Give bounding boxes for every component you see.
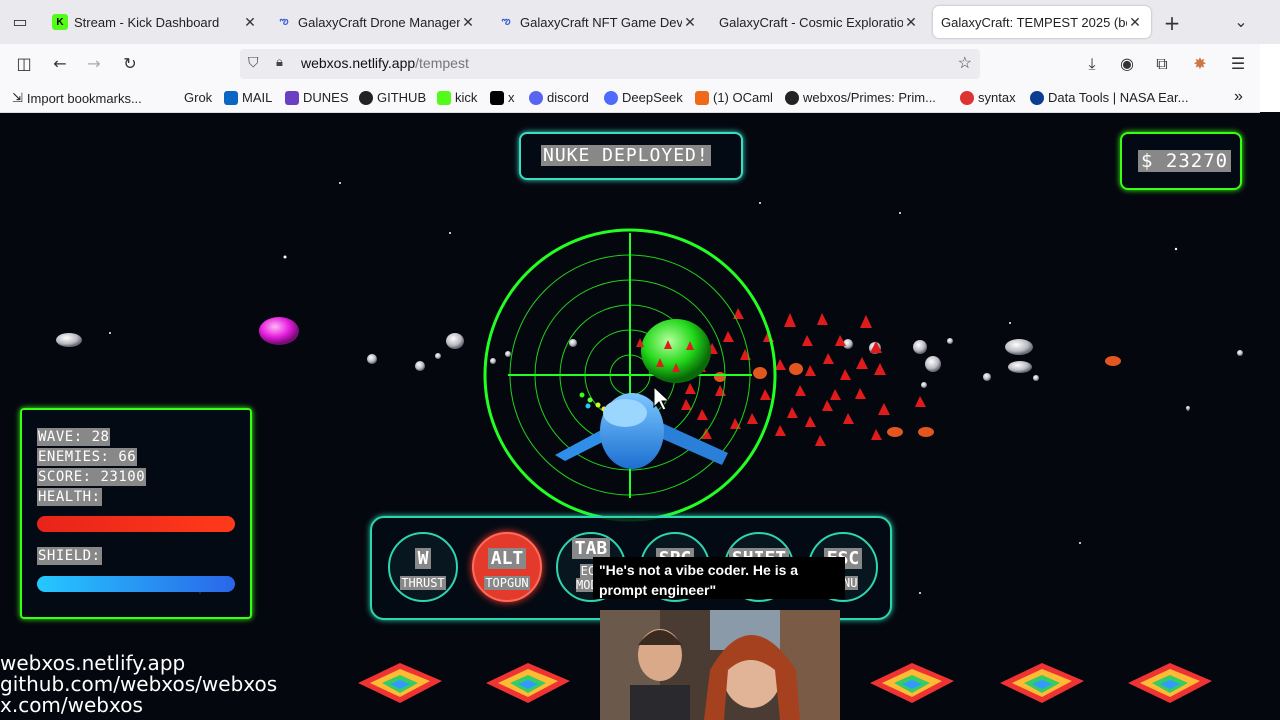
sidebar-toggle-icon[interactable]: ◫	[14, 54, 34, 73]
bookmark-dunes[interactable]: DUNES	[285, 90, 349, 105]
close-tab-icon[interactable]: ✕	[242, 14, 258, 31]
bookmark-webxos-primes[interactable]: webxos/Primes: Prim...	[785, 90, 936, 105]
bookmark-discord[interactable]: discord	[529, 90, 589, 105]
link-x: x.com/webxos	[0, 693, 143, 717]
nasa-icon	[1030, 90, 1044, 105]
tab-title: GalaxyCraft NFT Game Deve	[520, 14, 682, 30]
lock-icon[interactable]: 🔒︎	[276, 54, 283, 70]
bookmark-nasa-data-tools[interactable]: Data Tools | NASA Ear...	[1030, 90, 1188, 105]
browser-tab-bar: ▭ K Stream - Kick Dashboard ✕ ఌ GalaxyCr…	[0, 0, 1280, 44]
close-tab-icon[interactable]: ✕	[682, 14, 698, 31]
radar-reticle	[483, 228, 777, 522]
tab-title: GalaxyCraft Drone Managem	[298, 14, 460, 30]
health-label: HEALTH:	[37, 488, 102, 506]
meme-photo	[600, 610, 840, 720]
discord-icon	[529, 90, 543, 105]
wave-label: WAVE: 28	[37, 428, 111, 446]
tab-title: Stream - Kick Dashboard	[74, 14, 220, 30]
health-bar-fill	[37, 516, 235, 532]
stream-links: webxos.netlify.app github.com/webxos/web…	[0, 653, 277, 716]
bookmark-x[interactable]: x	[490, 90, 515, 105]
github-icon	[359, 90, 373, 105]
reload-icon[interactable]: ↻	[120, 54, 140, 73]
url-path: /tempest	[415, 55, 469, 71]
copilot-icon[interactable]: ✸	[1190, 54, 1210, 73]
banner-text: NUKE DEPLOYED!	[541, 145, 711, 166]
new-tab-icon[interactable]: +	[1162, 11, 1182, 35]
nuke-deployed-banner: NUKE DEPLOYED!	[519, 132, 743, 180]
syntax-icon	[960, 90, 974, 105]
tab-list-chevron-icon[interactable]: ⌄	[1231, 12, 1251, 31]
bookmark-star-icon[interactable]: ☆	[958, 53, 972, 73]
surface-plot-thumb-2	[486, 663, 570, 703]
surface-plot-thumb-4	[1000, 663, 1084, 703]
health-bar	[37, 516, 235, 532]
money-text: $ 23270	[1138, 150, 1232, 172]
tab-kick-dashboard[interactable]: K Stream - Kick Dashboard ✕	[52, 6, 258, 38]
bookmark-ocaml[interactable]: (1) OCaml	[695, 90, 773, 105]
tab-overview-icon[interactable]: ▭	[10, 12, 30, 31]
bookmark-import[interactable]: ⇲ Import bookmarks...	[12, 90, 142, 106]
x-icon	[490, 90, 504, 105]
outlook-icon	[224, 90, 238, 105]
tab-nft-game-dev[interactable]: ఌ GalaxyCraft NFT Game Deve ✕	[498, 6, 698, 38]
shield-bar	[37, 576, 235, 592]
dunes-icon	[285, 90, 299, 105]
tab-cosmic-exploration[interactable]: GalaxyCraft - Cosmic Exploratio ✕	[719, 6, 919, 38]
browser-nav-bar: ◫ ← → ↻ ⛉ 🔒︎ webxos.netlify.app/tempest …	[0, 44, 1260, 84]
window-edge	[1260, 44, 1280, 112]
url-domain: webxos.netlify.app	[301, 55, 416, 71]
tab-title: GalaxyCraft - Cosmic Exploratio	[719, 14, 903, 30]
tracer-dots	[579, 392, 607, 412]
enemies-label: ENEMIES: 66	[37, 448, 138, 466]
close-tab-icon[interactable]: ✕	[903, 14, 919, 31]
key-w-thrust[interactable]: W THRUST	[388, 532, 458, 602]
bookmark-kick[interactable]: kick	[437, 90, 477, 105]
kick-icon: K	[52, 14, 68, 30]
game-canvas[interactable]: NUKE DEPLOYED! $ 23270 WAVE: 28 ENEMIES:…	[0, 113, 1280, 720]
forward-icon[interactable]: →	[84, 54, 104, 73]
link-github: github.com/webxos/webxos	[0, 672, 278, 696]
tab-drone-management[interactable]: ఌ GalaxyCraft Drone Managem ✕	[276, 6, 476, 38]
shield-bar-fill	[37, 576, 235, 592]
downloads-icon[interactable]: ⤓	[1082, 54, 1102, 74]
galaxycraft-icon: ఌ	[501, 16, 511, 27]
surface-plot-thumb-5	[1128, 663, 1212, 703]
tab-tempest-2025[interactable]: GalaxyCraft: TEMPEST 2025 (be ✕	[933, 6, 1151, 38]
player-ship	[555, 393, 728, 469]
bookmark-github[interactable]: GITHUB	[359, 90, 426, 105]
import-icon: ⇲	[12, 90, 23, 105]
bookmarks-overflow-icon[interactable]: »	[1234, 88, 1243, 106]
stats-panel: WAVE: 28 ENEMIES: 66 SCORE: 23100 HEALTH…	[20, 408, 252, 619]
galaxycraft-icon: ఌ	[279, 16, 289, 27]
kick-icon	[437, 90, 451, 105]
url-bar[interactable]: ⛉ 🔒︎ webxos.netlify.app/tempest ☆	[240, 49, 980, 79]
magenta-orb	[259, 317, 299, 345]
extensions-icon[interactable]: ⧉	[1152, 54, 1172, 74]
green-orb	[641, 319, 711, 383]
menu-icon[interactable]: ☰	[1228, 54, 1248, 73]
key-alt-topgun[interactable]: ALT TOPGUN	[472, 532, 542, 602]
account-icon[interactable]: ◉	[1117, 54, 1137, 73]
bookmark-syntax[interactable]: syntax	[960, 90, 1016, 105]
shield-label: SHIELD:	[37, 547, 102, 565]
back-icon[interactable]: ←	[50, 54, 70, 73]
meme-caption: "He's not a vibe coder. He is a prompt e…	[593, 557, 845, 599]
bookmark-mail[interactable]: MAIL	[224, 90, 272, 105]
bookmarks-bar: ⇲ Import bookmarks... Grok MAIL DUNES GIT…	[0, 84, 1260, 113]
ocaml-icon	[695, 90, 709, 105]
github-icon	[785, 90, 799, 105]
close-tab-icon[interactable]: ✕	[460, 14, 476, 31]
tracking-shield-icon[interactable]: ⛉	[248, 54, 259, 71]
score-label: SCORE: 23100	[37, 468, 147, 486]
link-webxos-site: webxos.netlify.app	[0, 651, 186, 675]
tab-title: GalaxyCraft: TEMPEST 2025 (be	[941, 14, 1127, 30]
surface-plot-thumb-1	[358, 663, 442, 703]
close-tab-icon[interactable]: ✕	[1127, 14, 1143, 31]
bookmark-deepseek[interactable]: DeepSeek	[604, 90, 683, 105]
deepseek-icon	[604, 90, 618, 105]
surface-plot-thumb-3	[870, 663, 954, 703]
bookmark-grok[interactable]: Grok	[184, 90, 212, 105]
money-counter: $ 23270	[1120, 132, 1242, 190]
